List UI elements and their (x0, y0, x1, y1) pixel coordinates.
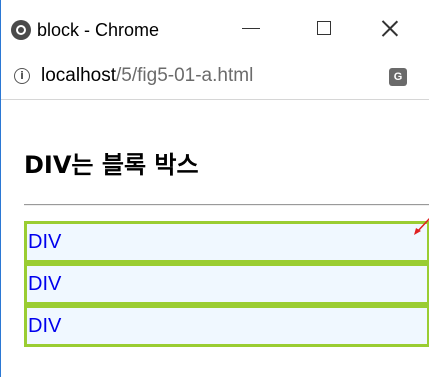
window-title: block - Chrome (37, 20, 160, 40)
div-block-2: DIV (24, 263, 429, 305)
maximize-button[interactable] (291, 0, 357, 56)
url-field[interactable]: localhost/5/fig5-01-a.html (41, 65, 253, 87)
title-bar[interactable]: block - Chrome (1, 0, 429, 56)
div-block-1: DIV (24, 221, 429, 263)
annotation-arrow-icon (414, 217, 429, 235)
maximize-icon (317, 21, 331, 35)
address-bar[interactable]: i localhost/5/fig5-01-a.html G (1, 56, 429, 100)
browser-window: block - Chrome i localhost/5/fig5-01-a.h… (0, 0, 429, 377)
horizontal-rule (24, 204, 429, 206)
info-icon[interactable]: i (14, 68, 30, 84)
page-content: DIV는 블록 박스 DIV DIV DIV (1, 100, 429, 377)
translate-icon[interactable]: G (389, 68, 407, 86)
url-host: localhost (41, 65, 116, 86)
close-button[interactable] (357, 0, 423, 56)
close-icon (381, 19, 399, 37)
url-path: /5/fig5-01-a.html (116, 65, 254, 86)
minimize-icon (242, 27, 260, 29)
minimize-button[interactable] (218, 0, 284, 56)
page-heading: DIV는 블록 박스 (24, 151, 199, 179)
chrome-logo-icon (11, 20, 31, 40)
div-block-3: DIV (24, 305, 429, 347)
